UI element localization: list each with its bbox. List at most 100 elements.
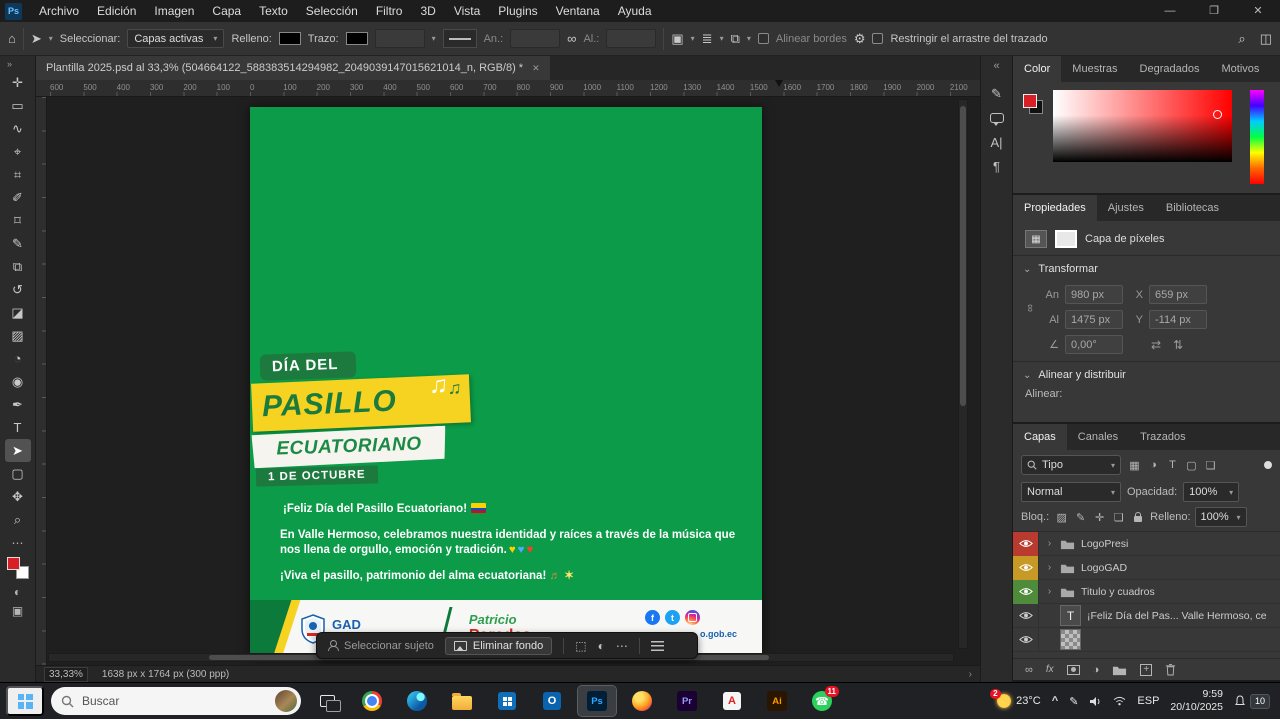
document-tab[interactable]: Plantilla 2025.psd al 33,3% (504664122_5…: [36, 56, 550, 80]
clock[interactable]: 9:59 20/10/2025: [1170, 688, 1223, 713]
panel-tab[interactable]: Motivos: [1210, 56, 1270, 82]
pen-tray-icon[interactable]: ✎: [1069, 695, 1078, 708]
start-button[interactable]: [6, 686, 44, 716]
paragraph-panel-icon[interactable]: ¶: [985, 154, 1009, 178]
maximize-button[interactable]: ❐: [1192, 0, 1236, 22]
dodge-tool[interactable]: ◉: [5, 370, 31, 393]
path-selection-tool[interactable]: ➤: [5, 439, 31, 462]
menu-item[interactable]: Ayuda: [609, 0, 661, 22]
language-indicator[interactable]: ESP: [1137, 695, 1159, 707]
new-layer-icon[interactable]: +: [1140, 664, 1152, 676]
fill-swatch[interactable]: [279, 32, 301, 45]
search-highlight-image[interactable]: [275, 690, 297, 712]
panel-tab[interactable]: Muestras: [1061, 56, 1128, 82]
panel-tab[interactable]: Capas: [1013, 424, 1067, 450]
gear-icon[interactable]: ⚙: [854, 31, 866, 47]
panel-tab[interactable]: Ajustes: [1097, 195, 1155, 221]
more-options-icon[interactable]: ⋯: [616, 639, 628, 653]
panel-tab[interactable]: Trazados: [1129, 424, 1196, 450]
taskbar-app-acrobat[interactable]: A: [713, 686, 751, 716]
menu-item[interactable]: Edición: [88, 0, 145, 22]
rectangle-tool[interactable]: ▢: [5, 462, 31, 485]
menu-item[interactable]: Imagen: [145, 0, 203, 22]
invert-selection-icon[interactable]: ◐: [598, 639, 605, 653]
stroke-width-field[interactable]: [375, 29, 425, 48]
close-tab-icon[interactable]: ✕: [532, 63, 540, 74]
chevron-down-icon[interactable]: ▾: [432, 34, 436, 43]
status-arrow-icon[interactable]: ›: [969, 669, 972, 680]
select-area-icon[interactable]: ⬚: [575, 639, 586, 653]
layer-row[interactable]: ›Titulo y cuadros: [1013, 580, 1280, 604]
hue-slider[interactable]: [1250, 90, 1264, 184]
taskbar-app-premiere[interactable]: Pr: [668, 686, 706, 716]
color-picker-cursor[interactable]: [1213, 110, 1222, 119]
comments-panel-icon[interactable]: [985, 106, 1009, 130]
layer-visibility-icon[interactable]: [1013, 580, 1039, 604]
poster-canvas[interactable]: DÍA DEL PASILLO ♫♫ ECUATORIANO 1 DE OCTU…: [250, 107, 762, 658]
flip-horizontal-icon[interactable]: ⇄: [1151, 338, 1161, 352]
quick-mask-icon[interactable]: ◐: [14, 585, 21, 599]
foreground-color-swatch[interactable]: [7, 557, 20, 570]
link-dimensions-icon[interactable]: ∞: [1024, 304, 1036, 312]
eraser-tool[interactable]: ◪: [5, 301, 31, 324]
layer-row[interactable]: T ¡Feliz Día del Pas... Valle Hermoso, ce: [1013, 604, 1280, 628]
flip-vertical-icon[interactable]: ⇅: [1173, 338, 1183, 352]
layer-row[interactable]: › LogoPresi: [1013, 532, 1280, 556]
menu-item[interactable]: Selección: [297, 0, 367, 22]
taskbar-app-firefox[interactable]: [623, 686, 661, 716]
lock-transparency-icon[interactable]: ▨: [1053, 509, 1070, 526]
menu-item[interactable]: Vista: [445, 0, 489, 22]
text-layer-thumbnail[interactable]: T: [1060, 605, 1081, 626]
restringir-checkbox[interactable]: [872, 33, 883, 44]
hidden-icons-chevron[interactable]: ^: [1052, 695, 1058, 707]
move-tool[interactable]: ✛: [5, 71, 31, 94]
menu-item[interactable]: 3D: [411, 0, 444, 22]
weather-widget[interactable]: 2 23°C: [997, 694, 1041, 708]
taskbar-app-task-view[interactable]: [308, 686, 346, 716]
vertical-ruler[interactable]: [36, 97, 47, 665]
horizontal-ruler[interactable]: 6005004003002001000100200300400500600700…: [36, 80, 980, 97]
transform-section-header[interactable]: ⌄ Transformar: [1013, 256, 1280, 280]
panel-tab[interactable]: Degradados: [1129, 56, 1211, 82]
menu-item[interactable]: Filtro: [367, 0, 412, 22]
menu-item[interactable]: Plugins: [489, 0, 546, 22]
pen-tool[interactable]: ✒: [5, 393, 31, 416]
lasso-tool[interactable]: ∿: [5, 117, 31, 140]
align-section-header[interactable]: ⌄ Alinear y distribuir: [1013, 362, 1280, 386]
path-operations-icon[interactable]: ▣: [671, 31, 683, 47]
close-button[interactable]: ✕: [1236, 0, 1280, 22]
volume-icon[interactable]: [1089, 696, 1102, 707]
layer-name[interactable]: LogoPresi: [1081, 538, 1128, 550]
seleccionar-dropdown[interactable]: Capas activas ▾: [127, 29, 224, 48]
fill-field[interactable]: 100% ▾: [1195, 507, 1247, 527]
height-field[interactable]: [606, 29, 656, 48]
crop-tool[interactable]: ⌗: [5, 163, 31, 186]
healing-brush-tool[interactable]: ⌑: [5, 209, 31, 232]
workspace-layout-icon[interactable]: ◫: [1260, 31, 1272, 47]
menu-item[interactable]: Texto: [250, 0, 297, 22]
remove-background-button[interactable]: Eliminar fondo: [445, 637, 552, 655]
layer-thumbnail[interactable]: [1060, 629, 1081, 650]
menu-item[interactable]: Capa: [203, 0, 250, 22]
height-field[interactable]: 1475 px: [1065, 310, 1123, 329]
taskbar-app-file-explorer[interactable]: [443, 686, 481, 716]
y-field[interactable]: -114 px: [1149, 310, 1207, 329]
layer-visibility-icon[interactable]: [1013, 628, 1039, 652]
layer-name[interactable]: LogoGAD: [1081, 562, 1127, 574]
x-field[interactable]: 659 px: [1149, 285, 1207, 304]
stroke-swatch[interactable]: [346, 32, 368, 45]
smart-object-filter-icon[interactable]: ❏: [1202, 457, 1219, 474]
zoom-tool[interactable]: ⌕: [5, 508, 31, 531]
panel-tab[interactable]: Color: [1013, 56, 1061, 82]
layer-name[interactable]: ¡Feliz Día del Pas... Valle Hermoso, ce: [1087, 610, 1267, 622]
history-brush-tool[interactable]: ↺: [5, 278, 31, 301]
panel-tab[interactable]: Canales: [1067, 424, 1129, 450]
layer-mask-icon[interactable]: [1067, 665, 1080, 675]
menu-item[interactable]: Archivo: [30, 0, 88, 22]
layer-visibility-icon[interactable]: [1013, 532, 1039, 556]
layer-effects-icon[interactable]: fx: [1046, 664, 1054, 675]
more-tools-icon[interactable]: ⋯: [12, 536, 24, 550]
menu-item[interactable]: Ventana: [547, 0, 609, 22]
taskbar-app-illustrator[interactable]: Ai: [758, 686, 796, 716]
expand-group-icon[interactable]: ›: [1045, 538, 1054, 549]
